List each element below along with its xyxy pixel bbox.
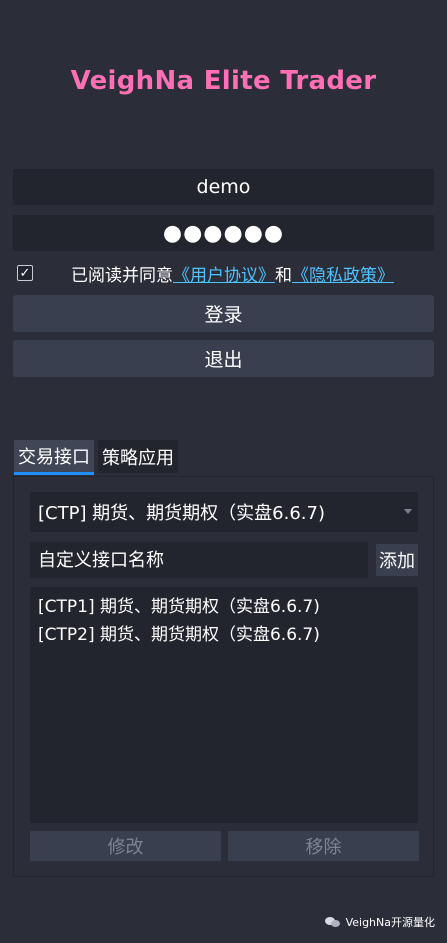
tab-trading-gateway[interactable]: 交易接口	[14, 440, 94, 475]
app-title: VeighNa Elite Trader	[70, 66, 377, 96]
list-item[interactable]: [CTP1] 期货、期货期权（实盘6.6.7)	[38, 593, 410, 621]
exit-button[interactable]: 退出	[13, 340, 434, 377]
watermark-text: VeighNa开源量化	[345, 916, 435, 929]
password-field[interactable]	[13, 215, 434, 251]
login-button[interactable]: 登录	[13, 295, 434, 332]
wechat-icon	[324, 916, 341, 929]
gateway-select[interactable]: [CTP] 期货、期货期权（实盘6.6.7)	[30, 492, 418, 532]
privacy-policy-link[interactable]: 《隐私政策》	[292, 261, 394, 286]
tab-bar: 交易接口 策略应用	[14, 440, 182, 476]
agree-and-text: 和	[275, 265, 292, 286]
user-agreement-link[interactable]: 《用户协议》	[173, 261, 275, 286]
add-gateway-button[interactable]: 添加	[376, 544, 418, 576]
remove-button[interactable]: 移除	[228, 831, 419, 861]
gateway-select-value: [CTP] 期货、期货期权（实盘6.6.7)	[38, 503, 326, 524]
agree-prefix-text: 已阅读并同意	[71, 265, 173, 286]
agreement-row: ✓ 已阅读并同意 《用户协议》 和 《隐私政策》	[13, 258, 434, 288]
gateway-list[interactable]: [CTP1] 期货、期货期权（实盘6.6.7) [CTP2] 期货、期货期权（实…	[30, 587, 418, 823]
username-field[interactable]	[13, 169, 434, 205]
custom-gateway-name-input[interactable]	[30, 542, 368, 578]
agree-checkbox[interactable]: ✓	[17, 265, 33, 281]
modify-button[interactable]: 修改	[30, 831, 221, 861]
watermark: VeighNa开源量化	[324, 914, 435, 930]
tab-strategy-apps[interactable]: 策略应用	[98, 440, 178, 473]
gateway-panel: [CTP] 期货、期货期权（实盘6.6.7) 添加 [CTP1] 期货、期货期权…	[13, 476, 434, 877]
chevron-down-icon[interactable]	[404, 509, 412, 514]
list-item[interactable]: [CTP2] 期货、期货期权（实盘6.6.7)	[38, 621, 410, 649]
